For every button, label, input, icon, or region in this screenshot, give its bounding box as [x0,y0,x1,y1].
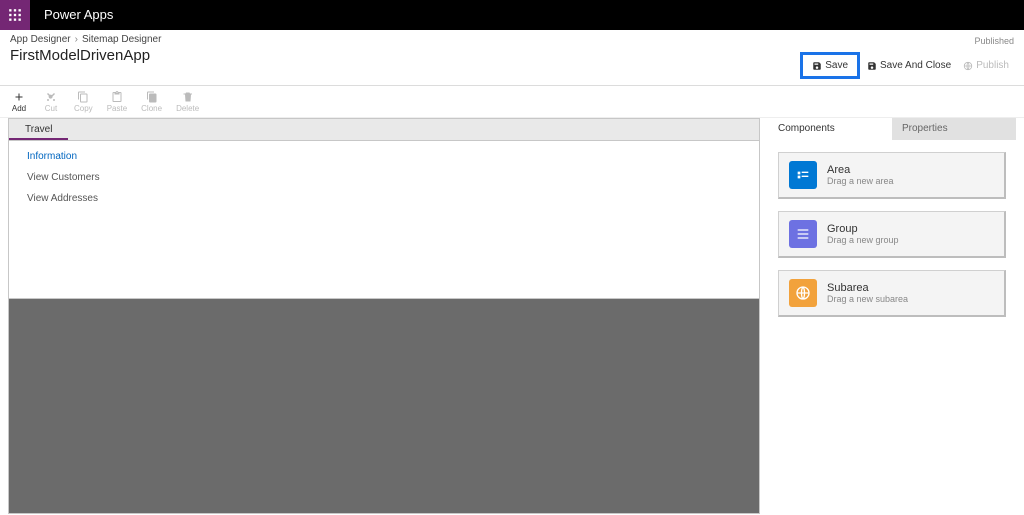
group-icon [789,220,817,248]
add-label: Add [12,104,26,113]
breadcrumb-current: Sitemap Designer [82,34,161,45]
waffle-icon [8,8,22,22]
subarea-view-addresses[interactable]: View Addresses [27,193,741,204]
paste-button: Paste [107,91,127,113]
delete-label: Delete [176,104,199,113]
save-close-label: Save And Close [880,60,951,71]
brand-label: Power Apps [30,0,127,30]
card-desc: Drag a new group [827,235,899,245]
component-card-group[interactable]: Group Drag a new group [778,211,1006,258]
subarea-view-customers[interactable]: View Customers [27,172,741,183]
card-title: Group [827,223,899,235]
copy-label: Copy [74,104,93,113]
cut-label: Cut [45,104,57,113]
card-desc: Drag a new area [827,176,894,186]
toolbar: Add Cut Copy Paste Clone Delete [0,86,1024,118]
save-button-highlight: Save [800,52,860,79]
add-button[interactable]: Add [10,91,28,113]
publish-button: Publish [958,57,1014,74]
publish-icon [963,61,973,71]
component-card-subarea[interactable]: Subarea Drag a new subarea [778,270,1006,317]
paste-icon [111,91,123,103]
save-close-icon [867,61,877,71]
subarea-information[interactable]: Information [27,151,741,162]
app-top-bar: Power Apps [0,0,1024,30]
publish-label: Publish [976,60,1009,71]
page-title: FirstModelDrivenApp [10,47,161,64]
copy-button: Copy [74,91,93,113]
subarea-icon [789,279,817,307]
panel-tabs: Components Properties [768,118,1016,140]
save-label: Save [825,60,848,71]
plus-icon [13,91,25,103]
cut-icon [45,91,57,103]
main-area: Travel Information View Customers View A… [0,118,1024,515]
right-panel: Components Properties Area Drag a new ar… [768,118,1016,514]
cut-button: Cut [42,91,60,113]
component-card-area[interactable]: Area Drag a new area [778,152,1006,199]
copy-icon [77,91,89,103]
breadcrumb-root[interactable]: App Designer [10,34,71,45]
publish-status: Published [974,36,1014,46]
group-content: Information View Customers View Addresse… [9,141,759,299]
paste-label: Paste [107,104,127,113]
card-title: Area [827,164,894,176]
chevron-right-icon: › [75,34,78,45]
waffle-button[interactable] [0,0,30,30]
area-tab-bar: Travel [9,119,759,141]
save-button[interactable]: Save [807,57,853,74]
tab-properties[interactable]: Properties [892,118,1016,140]
area-icon [789,161,817,189]
clone-button: Clone [141,91,162,113]
delete-button: Delete [176,91,199,113]
clone-icon [146,91,158,103]
tab-components[interactable]: Components [768,118,892,140]
save-and-close-button[interactable]: Save And Close [862,57,956,74]
breadcrumb: App Designer › Sitemap Designer [10,34,161,45]
delete-icon [182,91,194,103]
clone-label: Clone [141,104,162,113]
designer-header: App Designer › Sitemap Designer FirstMod… [0,30,1024,86]
sitemap-canvas: Travel Information View Customers View A… [8,118,760,514]
card-desc: Drag a new subarea [827,294,908,304]
panel-body: Area Drag a new area Group Drag a new gr… [768,140,1016,329]
area-tab-travel[interactable]: Travel [9,119,68,140]
save-icon [812,61,822,71]
card-title: Subarea [827,282,908,294]
